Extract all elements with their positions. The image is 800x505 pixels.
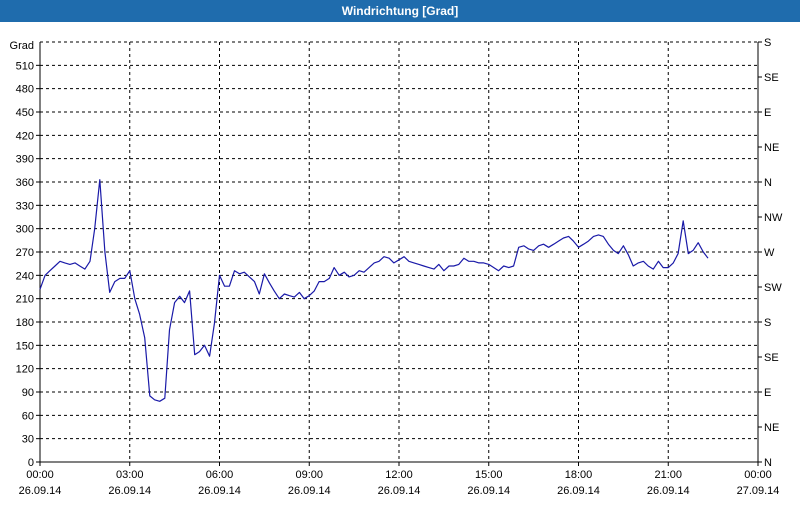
y-tick-label: 360 bbox=[16, 177, 34, 189]
x-tick-label-date: 26.09.14 bbox=[108, 485, 151, 497]
compass-label: N bbox=[764, 177, 772, 189]
chart-title: Windrichtung [Grad] bbox=[0, 0, 800, 22]
x-tick-label-date: 26.09.14 bbox=[19, 485, 62, 497]
compass-label: NW bbox=[764, 212, 783, 224]
y-tick-label: 300 bbox=[16, 224, 34, 236]
compass-label: E bbox=[764, 107, 771, 119]
x-tick-label-time: 06:00 bbox=[206, 469, 234, 481]
y-tick-label: 180 bbox=[16, 317, 34, 329]
y-tick-label: 330 bbox=[16, 200, 34, 212]
y-tick-label: 30 bbox=[22, 434, 34, 446]
x-tick-label-time: 03:00 bbox=[116, 469, 144, 481]
y-tick-label: 270 bbox=[16, 247, 34, 259]
y-tick-label: 510 bbox=[16, 60, 34, 72]
x-tick-label-date: 26.09.14 bbox=[647, 485, 690, 497]
y-tick-label: 420 bbox=[16, 130, 34, 142]
compass-label: NE bbox=[764, 142, 779, 154]
compass-label: S bbox=[764, 317, 771, 329]
x-tick-label-date: 26.09.14 bbox=[198, 485, 241, 497]
y-tick-label: 390 bbox=[16, 154, 34, 166]
compass-label: N bbox=[764, 457, 772, 469]
compass-label: NE bbox=[764, 422, 779, 434]
x-tick-label-date: 26.09.14 bbox=[467, 485, 510, 497]
y-axis-label: Grad bbox=[10, 40, 34, 52]
y-tick-label: 0 bbox=[28, 457, 34, 469]
x-tick-label-time: 15:00 bbox=[475, 469, 503, 481]
x-tick-label-time: 00:00 bbox=[26, 469, 54, 481]
chart-area: 0 30 60 90 120 150 180 210 240 270 300 330 360 390 420… bbox=[0, 22, 800, 500]
compass-label: S bbox=[764, 37, 771, 49]
y-tick-label: 240 bbox=[16, 270, 34, 282]
x-tick-label-time: 18:00 bbox=[565, 469, 593, 481]
x-tick-label-time: 12:00 bbox=[385, 469, 413, 481]
x-tick-label-date: 26.09.14 bbox=[557, 485, 600, 497]
y-tick-label: 480 bbox=[16, 84, 34, 96]
compass-label: SE bbox=[764, 352, 779, 364]
compass-label: W bbox=[764, 247, 775, 259]
wind-direction-chart: 0 30 60 90 120 150 180 210 240 270 300 330 360 390 420… bbox=[10, 37, 783, 497]
x-tick-label-time: 09:00 bbox=[295, 469, 323, 481]
y-tick-label: 210 bbox=[16, 294, 34, 306]
compass-label: SE bbox=[764, 72, 779, 84]
y-tick-label: 90 bbox=[22, 387, 34, 399]
x-tick-label-time: 21:00 bbox=[654, 469, 682, 481]
compass-label: E bbox=[764, 387, 771, 399]
x-tick-label-time: 00:00 bbox=[744, 469, 772, 481]
x-tick-label-date: 27.09.14 bbox=[737, 485, 780, 497]
y-tick-label: 120 bbox=[16, 364, 34, 376]
y-tick-label: 450 bbox=[16, 107, 34, 119]
x-tick-label-date: 26.09.14 bbox=[378, 485, 421, 497]
compass-label: SW bbox=[764, 282, 782, 294]
series-line bbox=[39, 179, 709, 402]
y-tick-label: 60 bbox=[22, 410, 34, 422]
y-tick-label: 150 bbox=[16, 340, 34, 352]
x-tick-label-date: 26.09.14 bbox=[288, 485, 331, 497]
